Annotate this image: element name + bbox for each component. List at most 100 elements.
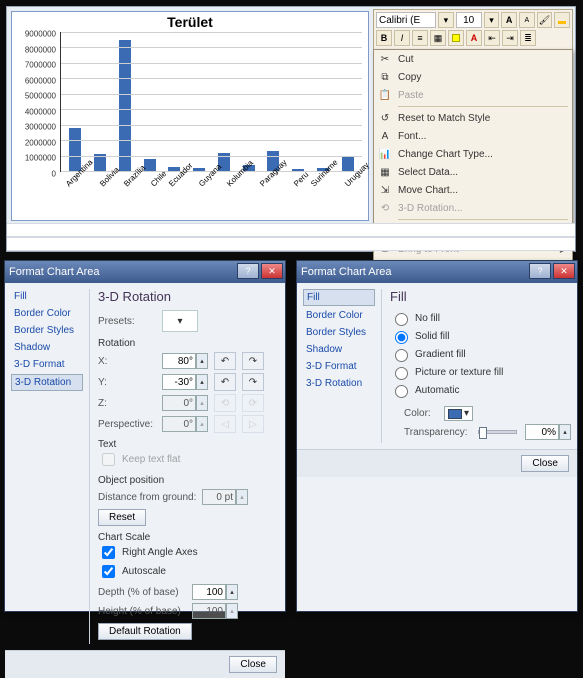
font-icon: A bbox=[377, 128, 393, 144]
z-input bbox=[162, 395, 196, 411]
menu-item[interactable]: ⧉Copy bbox=[374, 68, 572, 86]
transparency-input[interactable] bbox=[525, 424, 559, 440]
z-spin-up: ▴ bbox=[196, 395, 208, 411]
font-size-combo[interactable] bbox=[456, 12, 482, 28]
persp-wide-icon: ▷ bbox=[242, 415, 264, 433]
color-picker-button[interactable]: ▾ bbox=[444, 406, 473, 421]
y-rotate-left-icon[interactable]: ↶ bbox=[214, 373, 236, 391]
font-color-icon[interactable]: A bbox=[466, 30, 482, 46]
rotation-icon: ⟲ bbox=[377, 200, 393, 216]
rotation-panel: 3-D Rotation Presets: ▾ Rotation X: ▴ ↶ … bbox=[89, 289, 279, 644]
nav-item[interactable]: Border Color bbox=[303, 308, 375, 323]
nav-item[interactable]: 3-D Format bbox=[303, 359, 375, 374]
shrink-font-icon[interactable]: A bbox=[519, 12, 535, 28]
close-button[interactable]: Close bbox=[229, 656, 277, 673]
fill-option-label: Solid fill bbox=[415, 331, 449, 342]
fill-option-radio[interactable] bbox=[395, 313, 408, 326]
depth-label: Depth (% of base) bbox=[98, 587, 188, 598]
font-size-dropdown[interactable]: ▾ bbox=[484, 12, 500, 28]
nav-item[interactable]: 3-D Rotation bbox=[303, 376, 375, 391]
menu-item[interactable]: ↺Reset to Match Style bbox=[374, 109, 572, 127]
perspective-input bbox=[162, 416, 196, 432]
bullets-icon[interactable]: ≣ bbox=[520, 30, 536, 46]
default-rotation-button[interactable]: Default Rotation bbox=[98, 623, 192, 640]
font-name-dropdown[interactable]: ▾ bbox=[438, 12, 454, 28]
y-axis-labels: 0100000020000003000000400000050000006000… bbox=[12, 34, 58, 174]
fill-panel: Fill No fillSolid fillGradient fillPictu… bbox=[381, 289, 571, 443]
presets-label: Presets: bbox=[98, 316, 158, 327]
fill-option-radio[interactable] bbox=[395, 367, 408, 380]
dialog-nav: Fill Border Color Border Styles Shadow 3-D F… bbox=[303, 289, 375, 443]
close-button[interactable]: Close bbox=[521, 455, 569, 472]
nav-item[interactable]: Fill bbox=[303, 289, 375, 306]
z-rotate-left-icon: ⟲ bbox=[214, 394, 236, 412]
y-rotate-right-icon[interactable]: ↷ bbox=[242, 373, 264, 391]
x-spin-up[interactable]: ▴ bbox=[196, 353, 208, 369]
reset-icon: ↺ bbox=[377, 110, 393, 126]
x-rotate-left-icon[interactable]: ↶ bbox=[214, 352, 236, 370]
color-swatch bbox=[448, 409, 462, 419]
help-button[interactable]: ? bbox=[237, 263, 259, 279]
fill-option-radio[interactable] bbox=[395, 385, 408, 398]
align-center-icon[interactable]: ≡ bbox=[412, 30, 428, 46]
menu-item[interactable]: ⇲Move Chart... bbox=[374, 181, 572, 199]
menu-item[interactable]: 📊Change Chart Type... bbox=[374, 145, 572, 163]
bar[interactable] bbox=[119, 40, 131, 171]
close-x-button[interactable]: ✕ bbox=[261, 263, 283, 279]
copy-icon: ⧉ bbox=[377, 69, 393, 85]
fill-option-label: Gradient fill bbox=[415, 349, 466, 360]
menu-item[interactable]: ✂Cut bbox=[374, 50, 572, 68]
right-angle-axes-checkbox[interactable] bbox=[102, 546, 115, 559]
bold-button[interactable]: B bbox=[376, 30, 392, 46]
nav-item[interactable]: Border Styles bbox=[11, 323, 83, 338]
increase-indent-icon[interactable]: ⇥ bbox=[502, 30, 518, 46]
nav-item[interactable]: Border Styles bbox=[303, 325, 375, 340]
grow-font-icon[interactable]: A bbox=[501, 12, 517, 28]
panel-heading: Fill bbox=[390, 289, 571, 304]
persp-narrow-icon: ◁ bbox=[214, 415, 236, 433]
x-input[interactable] bbox=[162, 353, 196, 369]
select-data-icon: ▦ bbox=[377, 164, 393, 180]
fill-option-radio[interactable] bbox=[395, 331, 408, 344]
nav-item[interactable]: 3-D Rotation bbox=[11, 374, 83, 391]
menu-item-label: Paste bbox=[398, 90, 424, 101]
close-x-button[interactable]: ✕ bbox=[553, 263, 575, 279]
nav-item[interactable]: Border Color bbox=[11, 306, 83, 321]
fill-option-label: No fill bbox=[415, 313, 440, 324]
format-painter-icon[interactable]: 🖌 bbox=[537, 12, 553, 28]
right-angle-axes-label: Right Angle Axes bbox=[122, 547, 198, 558]
nav-item[interactable]: 3-D Format bbox=[11, 357, 83, 372]
fill-color-icon[interactable] bbox=[554, 12, 570, 28]
x-rotate-right-icon[interactable]: ↷ bbox=[242, 352, 264, 370]
nav-item[interactable]: Fill bbox=[11, 289, 83, 304]
trans-spin-up[interactable]: ▴ bbox=[559, 424, 571, 440]
y-label: Y: bbox=[98, 377, 158, 388]
transparency-slider[interactable] bbox=[478, 430, 517, 434]
menu-item[interactable]: ▦Select Data... bbox=[374, 163, 572, 181]
depth-spin-up[interactable]: ▴ bbox=[226, 584, 238, 600]
italic-button[interactable]: I bbox=[394, 30, 410, 46]
font-name-combo[interactable] bbox=[376, 12, 436, 28]
menu-item[interactable]: AFont... bbox=[374, 127, 572, 145]
keep-text-flat-label: Keep text flat bbox=[122, 454, 180, 465]
autoscale-checkbox[interactable] bbox=[102, 565, 115, 578]
autoscale-label: Autoscale bbox=[122, 566, 166, 577]
borders-icon[interactable]: ▦ bbox=[430, 30, 446, 46]
excel-window: Terület 01000000200000030000004000000500… bbox=[6, 6, 576, 252]
transparency-label: Transparency: bbox=[404, 427, 474, 438]
menu-item: 📋Paste bbox=[374, 86, 572, 104]
depth-input[interactable] bbox=[192, 584, 226, 600]
decrease-indent-icon[interactable]: ⇤ bbox=[484, 30, 500, 46]
dialog-nav: Fill Border Color Border Styles Shadow 3-D F… bbox=[11, 289, 83, 644]
help-button[interactable]: ? bbox=[529, 263, 551, 279]
fill-option-radio[interactable] bbox=[395, 349, 408, 362]
y-input[interactable] bbox=[162, 374, 196, 390]
presets-dropdown[interactable]: ▾ bbox=[162, 310, 198, 332]
reset-button[interactable]: Reset bbox=[98, 509, 146, 526]
highlight-icon[interactable] bbox=[448, 30, 464, 46]
chart-area[interactable]: Terület 01000000200000030000004000000500… bbox=[11, 11, 369, 221]
height-label: Height (% of base) bbox=[98, 606, 188, 617]
nav-item[interactable]: Shadow bbox=[303, 342, 375, 357]
y-spin-up[interactable]: ▴ bbox=[196, 374, 208, 390]
nav-item[interactable]: Shadow bbox=[11, 340, 83, 355]
